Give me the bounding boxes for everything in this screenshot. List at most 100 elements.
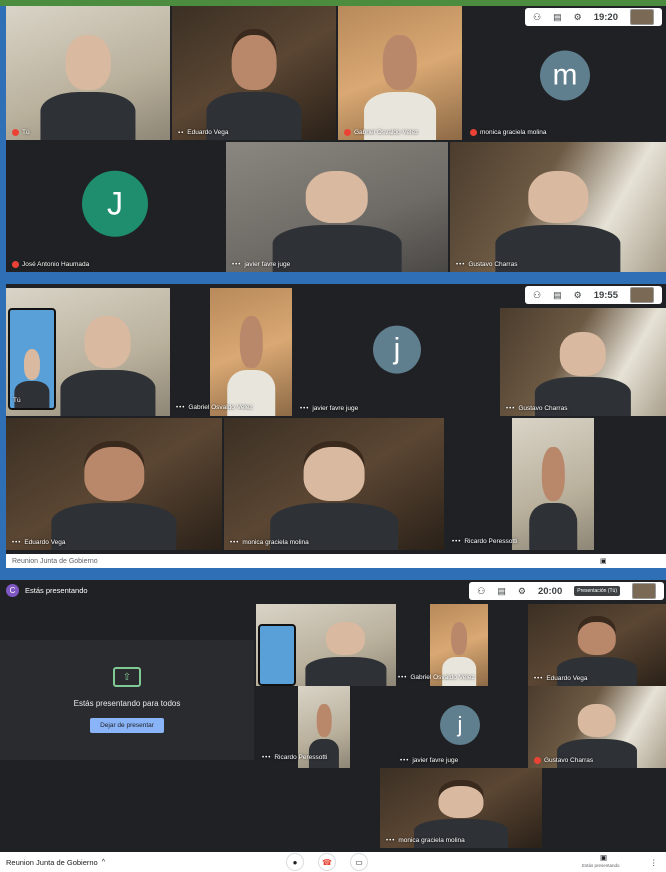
participant-tile[interactable]: Gustavo Charras [528,686,666,768]
participant-name: monica graciela molina [470,129,546,136]
participant-video [227,316,275,416]
present-screen-icon: ⇧ [113,667,141,687]
participant-name: ••• Eduardo Vega [534,675,588,682]
participant-avatar: m [540,50,590,101]
chat-icon[interactable]: ▤ [497,586,506,597]
participant-name: ••• Eduardo Vega [12,539,66,546]
account-avatar[interactable]: C [6,583,19,597]
meeting-title[interactable]: Reunion Junta de Gobierno [6,858,98,867]
audio-indicator-icon: ••• [456,261,466,268]
participant-name: ••• Gustavo Charras [456,261,518,268]
hangup-icon[interactable]: ☎ [318,853,336,871]
participant-name: ••• javier favre juge [232,261,291,268]
present-icon[interactable]: ▣ [600,557,607,565]
more-options-icon[interactable]: ⋮ [650,858,658,867]
phone-screen [258,624,296,686]
participant-name: ••• Ricardo Peressotti [262,754,328,761]
participant-tile[interactable] [512,418,594,550]
meet-panel-2: ⚇ ▤ ⚙ 19:55 Tú ••• Gabriel Osvaldo Velez … [6,284,666,568]
mic-off-icon [470,129,477,136]
self-view-thumbnail[interactable] [630,287,654,303]
activities-icon[interactable]: ⚙ [518,586,526,597]
participant-tile[interactable]: ••• monica graciela molina [380,768,542,848]
presenting-status: Estás presentando [582,863,620,868]
participant-video [206,35,302,140]
participant-name: Gabriel Osvaldo Velez [344,129,418,136]
participant-tile[interactable]: Gabriel Osvaldo Velez [338,6,462,140]
presenting-message: Estás presentando para todos [73,699,181,708]
participant-video [272,170,402,272]
participant-name: ••• monica graciela molina [386,837,465,844]
activities-icon[interactable]: ⚙ [574,12,582,23]
clock: 19:55 [593,289,618,301]
meeting-title[interactable]: Reunion Junta de Gobierno [12,558,98,565]
participant-avatar: J [82,170,148,237]
participant-name: ••• javier favre juge [400,757,459,764]
participant-tile[interactable]: ••• javier favre juge [226,142,448,272]
participant-avatar: j [440,705,480,745]
participant-video [364,35,436,140]
chat-icon[interactable]: ▤ [553,290,562,301]
participant-tile[interactable]: Tú [6,6,170,140]
stop-presenting-button[interactable]: Dejar de presentar [90,718,164,733]
meet-panel-1: ⚇ ▤ ⚙ 19:20 Tú ▪▪ Eduardo Vega Gabriel Os… [6,6,666,272]
participant-name: ••• Gustavo Charras [506,405,568,412]
mic-off-icon [344,129,351,136]
people-icon[interactable]: ⚇ [533,12,541,23]
self-view-thumbnail[interactable] [630,9,654,25]
presenting-card: ⇧ Estás presentando para todos Dejar de … [0,640,254,760]
participant-video [529,447,577,550]
mic-off-icon [534,757,541,764]
participant-tile[interactable]: ••• monica graciela molina [224,418,444,550]
participant-name: ••• Gabriel Osvaldo Velez [176,404,253,411]
status-bar: ⚇ ▤ ⚙ 20:00 Presentación (Tú) [469,582,664,600]
participant-tile[interactable]: ▪▪ Eduardo Vega [172,6,336,140]
audio-indicator-icon: ▪▪ [178,129,185,136]
participant-name: ••• monica graciela molina [230,539,309,546]
participant-name: Tú [12,129,30,136]
participant-tile[interactable] [210,288,292,416]
participant-name: José Antonio Haumada [12,261,89,268]
phone-screen: Tú [8,308,56,410]
activities-icon[interactable]: ⚙ [574,290,582,301]
participant-tile[interactable]: ••• Gustavo Charras [450,142,666,272]
mic-icon[interactable]: ● [286,853,304,871]
chat-icon[interactable]: ▤ [553,12,562,23]
presentation-preview[interactable]: Presentación (Tú) [574,586,620,596]
participant-tile[interactable]: ••• Gustavo Charras [500,308,666,416]
audio-indicator-icon: ••• [232,261,242,268]
participant-tile[interactable] [256,604,396,686]
participant-tile[interactable]: ••• Eduardo Vega [528,604,666,686]
participant-video [51,447,177,550]
people-icon[interactable]: ⚇ [533,290,541,301]
participant-tile[interactable]: ••• Eduardo Vega [6,418,222,550]
participant-name: ••• Ricardo Peressotti [452,538,518,545]
participant-video [40,35,136,140]
mic-off-icon [12,129,19,136]
clock: 20:00 [537,585,563,597]
clock: 19:20 [593,11,618,23]
present-icon[interactable]: ▣ [600,853,607,862]
participant-video [495,170,621,272]
participant-video [60,316,156,416]
presenting-label: Estás presentando [25,585,88,595]
participant-video [305,622,387,686]
participant-tile[interactable]: Tú [6,288,170,416]
mic-off-icon [12,261,19,268]
self-label: Tú [13,397,21,404]
participant-name: ••• Gabriel Osvaldo Velez [398,674,475,681]
self-view-thumbnail[interactable] [632,583,656,599]
participant-video [270,447,398,550]
participant-name: ▪▪ Eduardo Vega [178,129,229,136]
participant-tile[interactable]: m monica graciela molina [464,28,666,140]
participant-name: Gustavo Charras [534,757,593,764]
chevron-up-icon[interactable]: ^ [102,859,105,866]
camera-icon[interactable]: ▭ [350,853,368,871]
participant-tile[interactable]: j ••• javier favre juge [394,686,526,768]
participant-tile[interactable]: j ••• javier favre juge [294,288,500,416]
people-icon[interactable]: ⚇ [477,586,485,597]
participant-tile[interactable]: J José Antonio Haumada [6,142,224,272]
bottom-bar: Reunion Junta de Gobierno ^ ● ☎ ▭ ▣ Está… [0,852,666,872]
participant-video [534,331,632,416]
bottom-bar: Reunion Junta de Gobierno ▣ [6,554,666,568]
